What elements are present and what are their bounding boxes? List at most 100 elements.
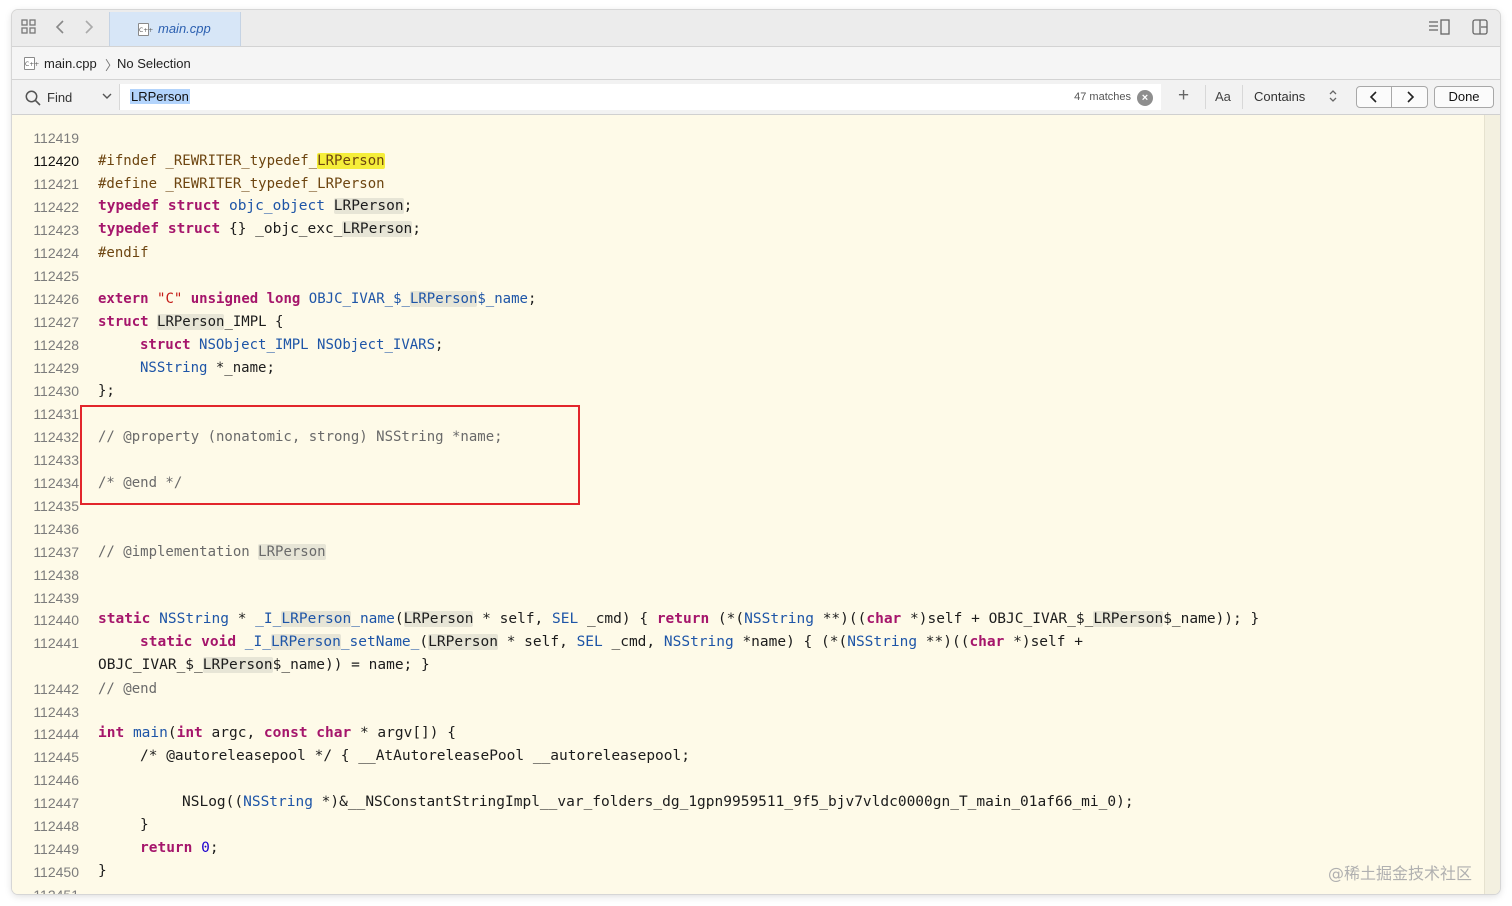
divider	[1205, 85, 1206, 109]
line-number: 112444	[33, 726, 79, 742]
code-line[interactable]: 112437 // @implementation LRPerson	[12, 541, 1484, 564]
previous-match-button[interactable]	[1356, 86, 1392, 108]
code-line[interactable]: 112444 int main(int argc, const char * ar…	[12, 723, 1484, 746]
cpp-file-icon: C++	[138, 23, 153, 36]
code-line[interactable]: 112421 #define _REWRITER_typedef_LRPerson	[12, 173, 1484, 196]
line-number: 112431	[33, 406, 79, 422]
code-line[interactable]: 112423 typedef struct {} _objc_exc_LRPers…	[12, 219, 1484, 242]
breadcrumb-selection[interactable]: No Selection	[117, 56, 191, 71]
code-line[interactable]: 112445 /* @autoreleasepool */ { __AtAutor…	[12, 746, 1484, 769]
code-line[interactable]: 112448}	[12, 815, 1484, 838]
line-number: 112439	[33, 590, 79, 606]
chevron-up-down-icon[interactable]	[1328, 86, 1338, 108]
line-number: 112427	[33, 314, 79, 330]
line-number: 112437	[33, 544, 79, 560]
line-number: 112429	[33, 360, 79, 376]
case-sensitivity-button[interactable]: Aa	[1215, 89, 1231, 104]
line-number: 112423	[33, 222, 79, 238]
code-text: extern "C" unsigned long OBJC_IVAR_$_LRP…	[98, 291, 537, 307]
code-text: #ifndef _REWRITER_typedef_LRPerson	[98, 153, 385, 169]
line-number: 112436	[33, 521, 79, 537]
watermark: @稀土掘金技术社区	[1328, 864, 1473, 883]
find-input[interactable]: LRPerson 47 matches ×	[119, 84, 1161, 110]
code-text: };	[98, 383, 115, 399]
line-number: 112432	[33, 429, 79, 445]
inspector-toggle-icon[interactable]	[1427, 18, 1451, 42]
code-line[interactable]: 112425	[12, 265, 1484, 288]
line-number: 112451	[12, 887, 79, 894]
code-text: typedef struct {} _objc_exc_LRPerson;	[98, 221, 422, 237]
search-icon	[24, 89, 42, 110]
done-button[interactable]: Done	[1434, 86, 1494, 108]
line-number: 112440	[33, 612, 79, 628]
code-line[interactable]: 112450}	[12, 861, 1484, 884]
code-line[interactable]: OBJC_IVAR_$_LRPerson$_name)) = name; }	[12, 655, 1484, 678]
line-number: 112447	[33, 795, 79, 811]
code-text: return 0;	[140, 840, 219, 856]
line-number: 112425	[33, 268, 79, 284]
line-number: 112443	[33, 704, 79, 720]
add-pattern-icon[interactable]: +	[1178, 85, 1189, 107]
code-line[interactable]: 112440 static NSString * _I_LRPerson_name…	[12, 609, 1484, 632]
code-line[interactable]: 112419	[12, 127, 1484, 150]
code-line[interactable]: 112447 NSLog((NSString *)&__NSConstantStr…	[12, 792, 1484, 815]
code-line[interactable]: 112428 struct NSObject_IMPL NSObject_IVAR…	[12, 334, 1484, 357]
code-line[interactable]: 112422 typedef struct objc_object LRPerso…	[12, 196, 1484, 219]
line-number: 112420	[33, 153, 79, 169]
tab-label: main.cpp	[158, 21, 211, 36]
code-editor[interactable]: 112419 112420 #ifndef _REWRITER_typedef_LR…	[12, 115, 1484, 894]
breadcrumb-file[interactable]: main.cpp	[44, 56, 97, 71]
back-arrow-icon[interactable]	[54, 18, 68, 42]
find-term[interactable]: LRPerson	[130, 89, 190, 104]
cpp-file-icon: C++	[24, 57, 39, 70]
code-line[interactable]: 112446	[12, 769, 1484, 792]
find-mode-dropdown[interactable]: Find	[22, 89, 117, 107]
match-count: 47 matches	[1074, 91, 1131, 103]
line-number: 112449	[33, 841, 79, 857]
line-number: 112426	[33, 291, 79, 307]
code-line[interactable]: 112439	[12, 587, 1484, 610]
line-number: 112430	[33, 383, 79, 399]
code-text: // @implementation LRPerson	[98, 544, 326, 560]
code-line[interactable]: 112438	[12, 564, 1484, 587]
line-number: 112434	[33, 475, 79, 491]
vertical-scrollbar[interactable]	[1484, 115, 1500, 894]
code-line[interactable]: 112442 // @end	[12, 678, 1484, 701]
code-line[interactable]: 112449 return 0;	[12, 838, 1484, 861]
code-text: struct LRPerson_IMPL {	[98, 314, 284, 330]
forward-arrow-icon[interactable]	[82, 18, 96, 42]
add-editor-icon[interactable]	[1471, 18, 1489, 42]
code-text: #endif	[98, 245, 149, 261]
code-line[interactable]: 112429 NSString *_name;	[12, 357, 1484, 380]
next-match-button[interactable]	[1392, 86, 1428, 108]
line-number: 112442	[33, 681, 79, 697]
code-text: typedef struct objc_object LRPerson;	[98, 198, 413, 214]
code-line[interactable]: 112427 struct LRPerson_IMPL {	[12, 311, 1484, 334]
find-mode-label: Find	[47, 90, 73, 105]
code-text: static void _I_LRPerson_setName_(LRPerso…	[140, 634, 1083, 650]
line-number: 112422	[33, 199, 79, 215]
code-text: #define _REWRITER_typedef_LRPerson	[98, 176, 385, 192]
code-line[interactable]: 112443	[12, 701, 1484, 724]
code-line[interactable]: 112426 extern "C" unsigned long OBJC_IVAR…	[12, 288, 1484, 311]
code-line[interactable]: 112430};	[12, 380, 1484, 403]
code-line[interactable]: 112424 #endif	[12, 242, 1484, 265]
code-line[interactable]: 112441 static void _I_LRPerson_setName_(L…	[12, 632, 1484, 655]
tab-bar: C++ main.cpp	[12, 10, 1500, 47]
tab-main-cpp[interactable]: C++ main.cpp	[109, 12, 241, 46]
jump-bar: C++ main.cpp 〉 No Selection	[12, 47, 1500, 80]
clear-search-icon[interactable]: ×	[1137, 90, 1153, 106]
code-line[interactable]: 112451	[12, 884, 1484, 894]
code-text: static NSString * _I_LRPerson_name(LRPer…	[98, 611, 1260, 627]
code-text: /* @autoreleasepool */ { __AtAutorelease…	[140, 748, 690, 764]
code-line[interactable]: 112436	[12, 518, 1484, 541]
annotation-box	[80, 405, 580, 505]
line-number: 112445	[33, 749, 79, 765]
line-number: 112421	[33, 176, 79, 192]
grid-icon[interactable]	[20, 18, 38, 42]
line-number: 112446	[33, 772, 79, 788]
match-mode-select[interactable]: Contains	[1254, 89, 1305, 104]
chevron-down-icon	[102, 90, 112, 105]
code-line[interactable]: 112420 #ifndef _REWRITER_typedef_LRPerson	[12, 150, 1484, 173]
line-number: 112428	[33, 337, 79, 353]
